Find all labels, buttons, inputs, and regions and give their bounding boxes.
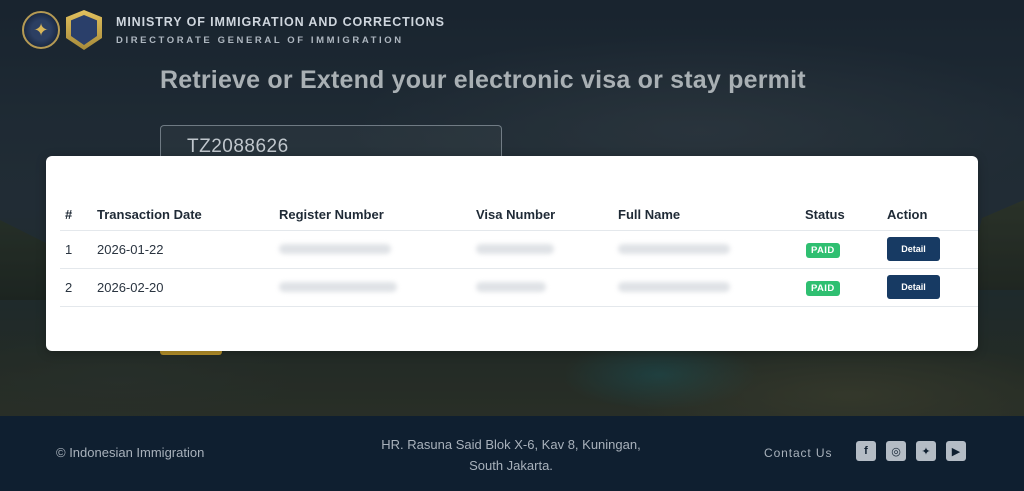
column-header-action: Action: [887, 200, 978, 231]
column-header-status: Status: [805, 200, 887, 231]
row-number: 1: [60, 230, 97, 269]
results-modal: # Transaction Date Register Number Visa …: [46, 156, 978, 351]
copyright-text: © Indonesian Immigration: [56, 445, 205, 460]
immigration-shield-icon: [66, 10, 102, 50]
visa-number-redacted: [476, 268, 618, 307]
status-badge: PAID: [806, 242, 840, 258]
transactions-table: # Transaction Date Register Number Visa …: [60, 200, 978, 307]
status-cell: PAID: [805, 268, 887, 307]
detail-button[interactable]: Detail: [887, 237, 940, 261]
facebook-icon[interactable]: f: [856, 441, 876, 461]
table-header-row: # Transaction Date Register Number Visa …: [60, 200, 978, 231]
ministry-title: MINISTRY OF IMMIGRATION AND CORRECTIONS …: [116, 15, 445, 46]
row-number: 2: [60, 268, 97, 307]
transaction-date: 2026-02-20: [97, 268, 279, 307]
register-number-redacted: [279, 268, 476, 307]
address-line-2: South Jakarta.: [469, 458, 553, 473]
visa-number-redacted: [476, 230, 618, 269]
column-header-visa-number: Visa Number: [476, 200, 618, 231]
garuda-emblem-icon: ✦: [22, 11, 60, 49]
status-cell: PAID: [805, 230, 887, 269]
twitter-icon[interactable]: ✦: [916, 441, 936, 461]
directorate-name: DIRECTORATE GENERAL OF IMMIGRATION: [116, 34, 404, 46]
full-name-redacted: [618, 230, 805, 269]
contact-us-link[interactable]: Contact Us: [764, 446, 832, 460]
office-address: HR. Rasuna Said Blok X-6, Kav 8, Kuninga…: [366, 434, 656, 476]
social-links: f ◎ ✦ ▶: [856, 441, 976, 461]
full-name-redacted: [618, 268, 805, 307]
table-row: 2 2026-02-20 PAID Detail: [60, 268, 978, 307]
transaction-date: 2026-01-22: [97, 230, 279, 269]
site-footer: © Indonesian Immigration HR. Rasuna Said…: [0, 416, 1024, 491]
ministry-name: MINISTRY OF IMMIGRATION AND CORRECTIONS: [116, 14, 445, 29]
address-line-1: HR. Rasuna Said Blok X-6, Kav 8, Kuninga…: [381, 437, 641, 452]
column-header-transaction-date: Transaction Date: [97, 200, 279, 231]
youtube-icon[interactable]: ▶: [946, 441, 966, 461]
site-header: ✦ MINISTRY OF IMMIGRATION AND CORRECTION…: [22, 10, 445, 50]
table-row: 1 2026-01-22 PAID Detail: [60, 230, 978, 269]
column-header-number: #: [60, 200, 97, 231]
register-number-redacted: [279, 230, 476, 269]
action-cell: Detail: [887, 268, 978, 307]
column-header-full-name: Full Name: [618, 200, 805, 231]
page-heading: Retrieve or Extend your electronic visa …: [160, 66, 806, 94]
detail-button[interactable]: Detail: [887, 275, 940, 299]
column-header-register-number: Register Number: [279, 200, 476, 231]
status-badge: PAID: [806, 280, 840, 296]
instagram-icon[interactable]: ◎: [886, 441, 906, 461]
action-cell: Detail: [887, 230, 978, 269]
